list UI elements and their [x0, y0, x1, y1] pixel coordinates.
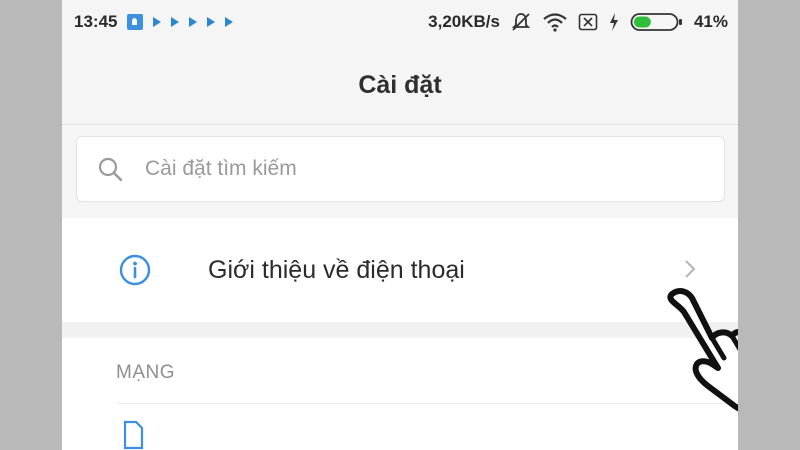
- play-icon: [225, 17, 234, 27]
- settings-row-partial[interactable]: [62, 404, 738, 450]
- play-icon: [153, 17, 162, 27]
- search-icon: [98, 157, 123, 182]
- page-title-bar: Cài đặt: [62, 44, 738, 126]
- chevron-right-icon: [685, 260, 696, 278]
- search-input[interactable]: Cài đặt tìm kiếm: [145, 157, 297, 181]
- settings-row-about-phone[interactable]: Giới thiệu về điện thoại: [62, 218, 738, 322]
- header-divider: [62, 124, 738, 125]
- wifi-icon: [543, 13, 567, 32]
- pointing-hand-icon: [667, 288, 738, 412]
- info-icon: [119, 254, 151, 286]
- clock: 13:45: [74, 12, 118, 31]
- status-bar-right: 3,20KB/s 41%: [428, 11, 728, 33]
- section-gap: [62, 322, 738, 338]
- play-icon: [207, 17, 216, 27]
- play-icon: [171, 17, 180, 27]
- charging-icon: [609, 13, 618, 31]
- settings-row-label: Giới thiệu về điện thoại: [208, 255, 465, 284]
- section-header-network: MẠNG: [62, 338, 738, 404]
- status-bar-left: 13:45: [74, 12, 234, 32]
- notification-square-icon: [127, 14, 144, 30]
- mute-icon: [511, 13, 531, 31]
- battery-percent: 41%: [693, 12, 728, 31]
- page-title: Cài đặt: [358, 70, 442, 99]
- play-icon: [189, 17, 198, 27]
- network-speed: 3,20KB/s: [428, 12, 500, 31]
- search-box[interactable]: Cài đặt tìm kiếm: [76, 136, 725, 202]
- sim-card-icon: [123, 420, 144, 450]
- phone-screen: 13:45 3,20KB/s 41% Cài đặt Cài đặt tìm k…: [62, 0, 738, 450]
- status-bar: 13:45 3,20KB/s 41%: [62, 0, 738, 44]
- section-label: MẠNG: [116, 362, 175, 383]
- sim-icon: [578, 13, 598, 31]
- battery-icon: [630, 13, 682, 31]
